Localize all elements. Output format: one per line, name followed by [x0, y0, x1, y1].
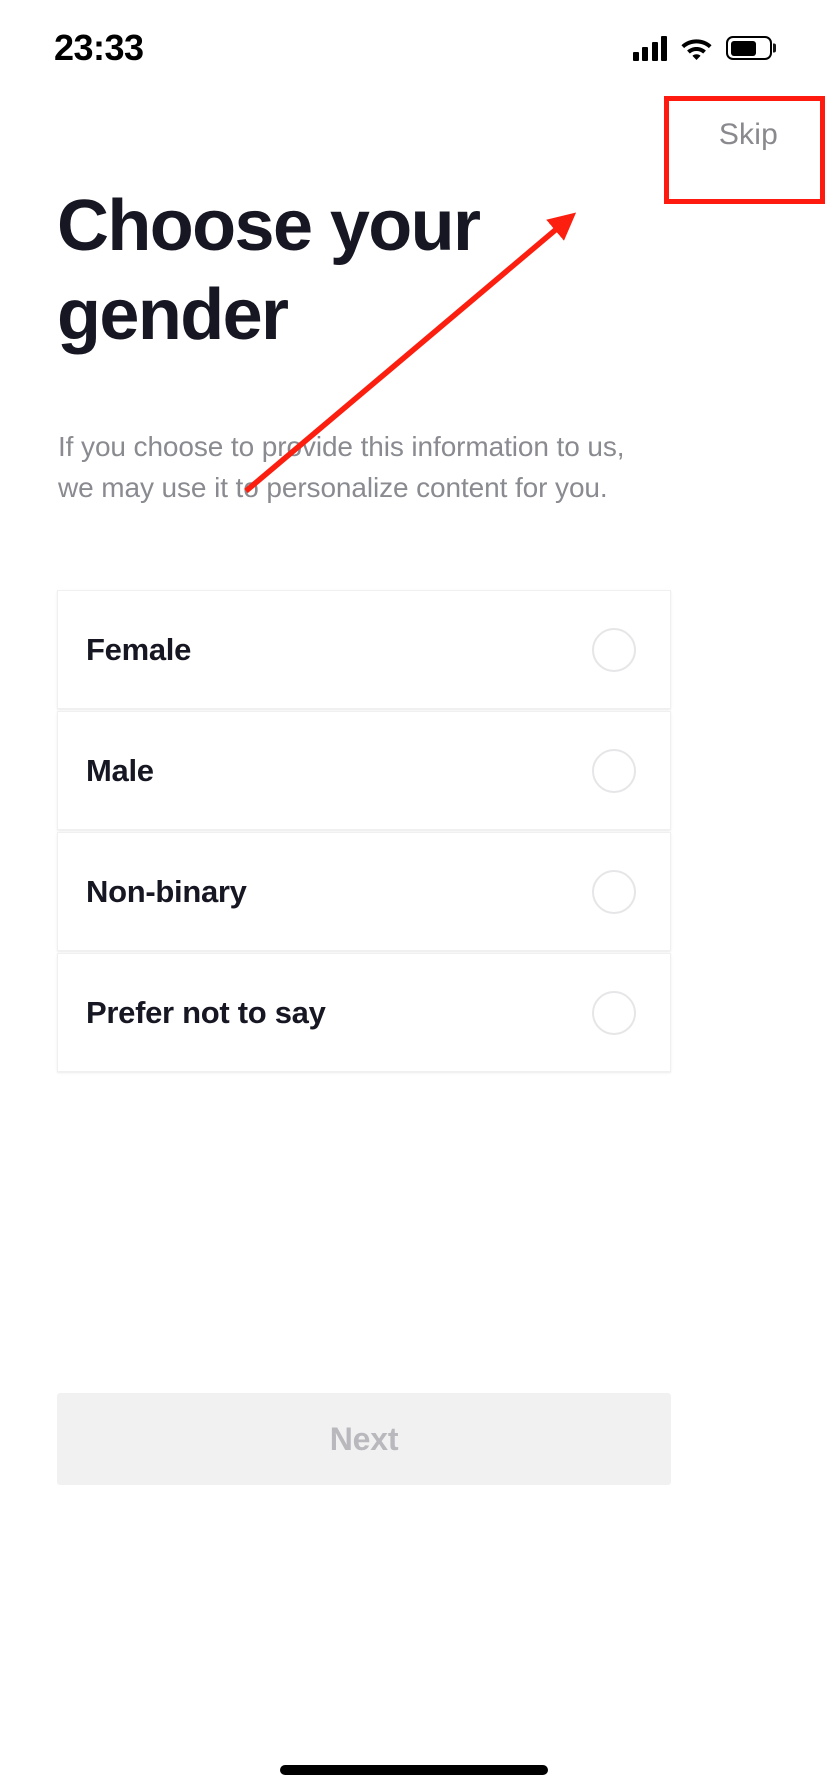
skip-button[interactable]: Skip	[709, 112, 788, 158]
wifi-icon	[680, 36, 713, 61]
option-male[interactable]: Male	[57, 711, 671, 830]
option-non-binary[interactable]: Non-binary	[57, 832, 671, 951]
option-female[interactable]: Female	[57, 590, 671, 709]
radio-circle-icon[interactable]	[592, 748, 636, 793]
option-label: Prefer not to say	[86, 994, 326, 1030]
radio-circle-icon[interactable]	[592, 627, 636, 672]
gender-options-list: Female Male Non-binary Prefer not to say	[57, 590, 671, 1074]
option-label: Non-binary	[86, 873, 247, 909]
home-indicator	[280, 1765, 548, 1775]
option-label: Male	[86, 752, 154, 788]
next-button[interactable]: Next	[57, 1393, 671, 1485]
radio-circle-icon[interactable]	[592, 869, 636, 914]
page-title: Choose your gender	[57, 186, 481, 356]
radio-circle-icon[interactable]	[592, 990, 636, 1035]
battery-icon	[726, 36, 772, 60]
cellular-signal-icon	[632, 35, 667, 61]
option-label: Female	[86, 631, 192, 667]
option-prefer-not-to-say[interactable]: Prefer not to say	[57, 953, 671, 1072]
status-bar-icons	[632, 35, 772, 61]
status-bar: 23:33	[0, 0, 828, 90]
status-bar-time: 23:33	[54, 27, 144, 68]
page-subtitle: If you choose to provide this informatio…	[58, 431, 625, 503]
